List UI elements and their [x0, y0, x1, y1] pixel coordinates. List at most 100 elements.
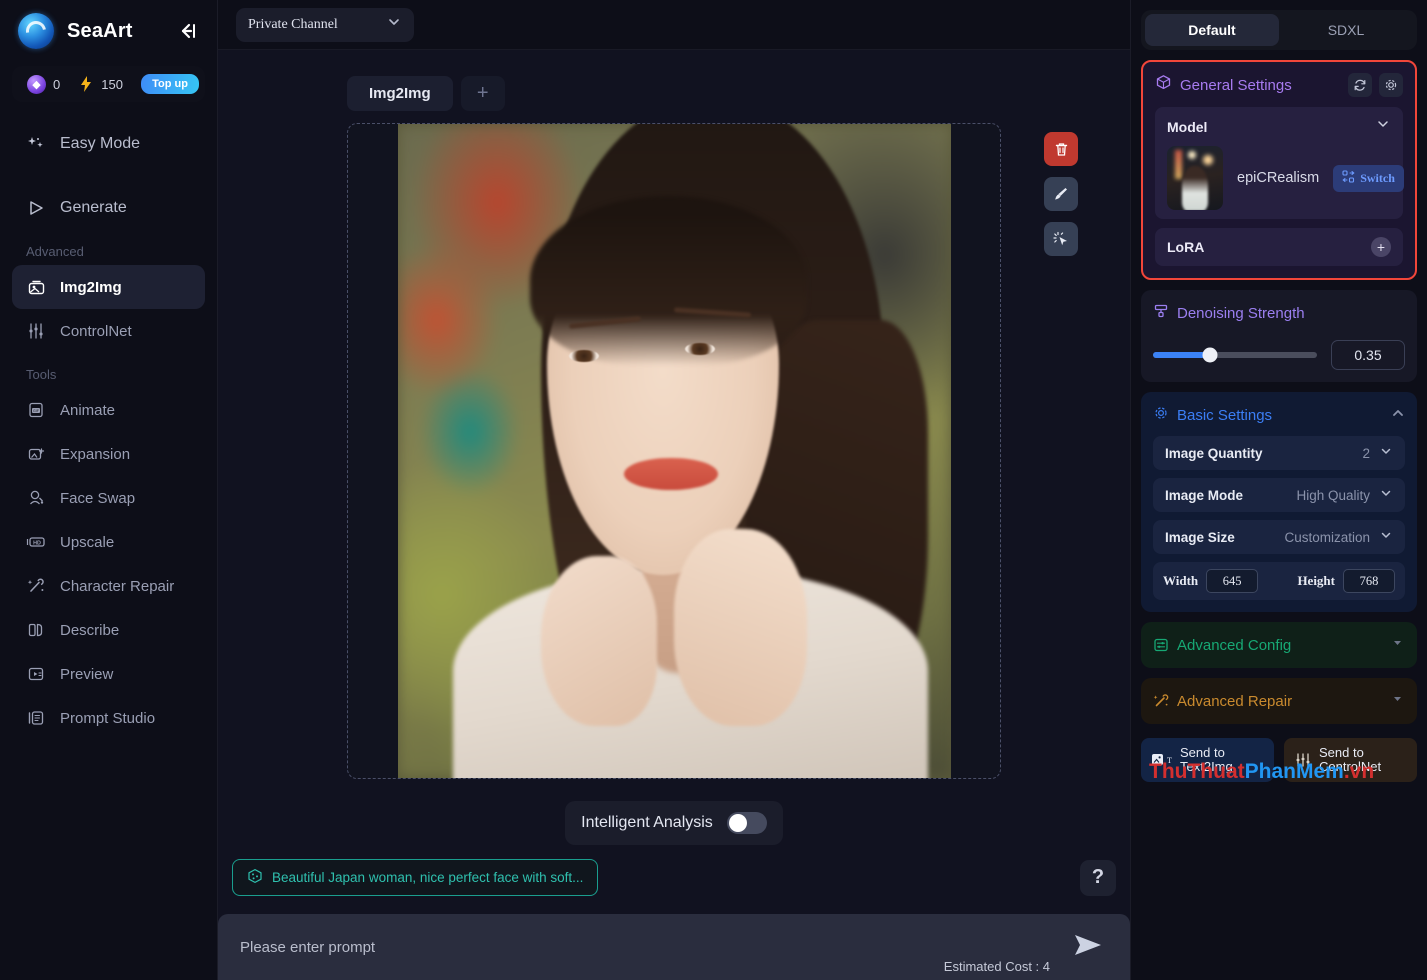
advanced-config-panel[interactable]: Advanced Config: [1141, 622, 1417, 668]
send-to-text2img-button[interactable]: T Send to Text2Img: [1141, 738, 1274, 782]
add-lora-button[interactable]: +: [1371, 237, 1391, 257]
estimated-cost: Estimated Cost : 4: [943, 959, 1050, 974]
sidebar-item-img2img[interactable]: Img2Img: [12, 265, 205, 309]
sidebar-section-tools: Tools: [26, 367, 57, 382]
gear-outline-icon: [1153, 405, 1169, 426]
send-to-controlnet-line1: Send to: [1319, 744, 1364, 760]
top-up-button[interactable]: Top up: [141, 74, 199, 94]
image-size-row[interactable]: Image Size Customization: [1153, 520, 1405, 554]
denoising-value[interactable]: 0.35: [1331, 340, 1405, 370]
sidebar-section-advanced: Advanced: [26, 244, 84, 259]
sidebar-item-face-swap[interactable]: Face Swap: [12, 476, 205, 520]
image-mode-label: Image Mode: [1165, 487, 1244, 503]
uploaded-image[interactable]: [397, 124, 951, 778]
denoise-icon: [1153, 303, 1169, 324]
canvas-tabs: Img2Img +: [347, 76, 1001, 111]
basic-settings-title: Basic Settings: [1177, 406, 1273, 424]
brand-name: SeaArt: [67, 19, 133, 42]
basic-settings-header[interactable]: Basic Settings: [1153, 402, 1405, 428]
intelligent-analysis-switch[interactable]: [726, 812, 767, 834]
channel-select[interactable]: Private Channel: [236, 7, 414, 42]
height-input[interactable]: [1343, 569, 1395, 593]
image-size-value: Customization: [1284, 529, 1370, 545]
gem-icon: ◆: [27, 74, 46, 94]
sidebar-item-label: Easy Mode: [60, 135, 141, 152]
sidebar-item-animate[interactable]: GIF Animate: [12, 388, 205, 432]
magic-select-button[interactable]: [1044, 222, 1078, 256]
dice-icon: [247, 868, 263, 887]
config-icon: [1153, 637, 1169, 653]
sidebar-item-label: Preview: [60, 665, 114, 683]
prompt-chip-row: Beautiful Japan woman, nice perfect face…: [232, 859, 1116, 896]
general-settings-title: General Settings: [1180, 76, 1292, 94]
caret-down-icon[interactable]: [1390, 691, 1405, 711]
caret-up-icon[interactable]: [1391, 406, 1405, 425]
tab-img2img[interactable]: Img2Img: [347, 76, 453, 111]
advanced-config-title: Advanced Config: [1177, 636, 1292, 654]
sidebar-item-label: Character Repair: [60, 577, 175, 595]
advanced-repair-panel[interactable]: Advanced Repair: [1141, 678, 1417, 724]
sidebar-item-generate[interactable]: Generate: [12, 186, 205, 230]
model-name: epiCRealism: [1237, 170, 1320, 186]
gem-value: 0: [53, 76, 61, 92]
intelligent-analysis-toggle[interactable]: Intelligent Analysis: [565, 801, 783, 845]
face-swap-icon: [26, 489, 46, 507]
gear-icon[interactable]: [1379, 73, 1403, 97]
sidebar-item-easy-mode[interactable]: Easy Mode: [12, 122, 205, 166]
delete-image-button[interactable]: [1044, 132, 1078, 166]
prompt-bar: Estimated Cost : 4: [218, 914, 1130, 980]
send-icon[interactable]: [1072, 932, 1104, 963]
help-button[interactable]: ?: [1080, 859, 1116, 896]
denoising-slider-knob[interactable]: [1202, 347, 1218, 363]
sidebar-item-preview[interactable]: Preview: [12, 652, 205, 696]
wand-repair-icon: [26, 577, 46, 595]
height-label: Height: [1297, 573, 1335, 588]
image-quantity-row[interactable]: Image Quantity 2: [1153, 436, 1405, 470]
width-input[interactable]: [1206, 569, 1259, 593]
sidebar-item-character-repair[interactable]: Character Repair: [12, 564, 205, 608]
sidebar-item-label: Describe: [60, 621, 120, 639]
tab-default[interactable]: Default: [1145, 14, 1279, 46]
image-tool-buttons: [1044, 132, 1078, 256]
sidebar-item-expansion[interactable]: Expansion: [12, 432, 205, 476]
bolt-credit[interactable]: 150: [69, 75, 132, 93]
prompt-input[interactable]: [240, 938, 848, 956]
sidebar-item-prompt-studio[interactable]: Prompt Studio: [12, 696, 205, 740]
hd-icon: HD: [26, 533, 46, 551]
inpaint-brush-button[interactable]: [1044, 177, 1078, 211]
send-to-controlnet-line2: ControlNet: [1319, 759, 1382, 774]
bolt-icon: [81, 76, 92, 92]
saved-prompt-chip[interactable]: Beautiful Japan woman, nice perfect face…: [232, 859, 599, 896]
add-tab-button[interactable]: +: [460, 76, 505, 111]
image-mode-row[interactable]: Image Mode High Quality: [1153, 478, 1405, 512]
denoising-slider[interactable]: [1153, 347, 1317, 363]
lora-block[interactable]: LoRA +: [1155, 228, 1403, 266]
send-to-controlnet-button[interactable]: Send to ControlNet: [1284, 738, 1417, 782]
sidebar-item-label: Expansion: [60, 445, 131, 463]
collapse-left-icon[interactable]: [175, 18, 201, 44]
image-drop-frame[interactable]: [347, 123, 1078, 779]
sidebar-item-upscale[interactable]: HD Upscale: [12, 520, 205, 564]
switch-icon: [1342, 169, 1355, 187]
sidebar-item-describe[interactable]: Describe: [12, 608, 205, 652]
basic-settings-panel: Basic Settings Image Quantity 2 Image Mo…: [1141, 392, 1417, 612]
switch-model-button[interactable]: Switch: [1333, 164, 1404, 192]
refresh-icon[interactable]: [1348, 73, 1372, 97]
brand-row: SeaArt: [0, 0, 217, 62]
send-to-text2img-line2: Text2Img: [1180, 759, 1233, 774]
sidebar-item-controlnet[interactable]: ControlNet: [12, 309, 205, 353]
topbar: Private Channel: [218, 0, 1130, 50]
general-settings-header: General Settings: [1155, 72, 1403, 98]
sidebar: SeaArt ◆ 0 150 Top up Easy Mode Generate…: [0, 0, 218, 980]
image-quantity-value: 2: [1362, 445, 1370, 461]
model-row-header[interactable]: Model: [1167, 116, 1391, 137]
chevron-down-icon[interactable]: [1375, 116, 1391, 137]
play-icon: [26, 199, 46, 217]
gem-credit[interactable]: ◆ 0: [18, 74, 69, 94]
model-thumbnail[interactable]: [1167, 146, 1223, 210]
caret-down-icon[interactable]: [1390, 635, 1405, 655]
width-height-row: Width Height: [1153, 562, 1405, 600]
tab-sdxl[interactable]: SDXL: [1279, 14, 1413, 46]
width-label: Width: [1163, 573, 1199, 588]
denoising-title: Denoising Strength: [1177, 304, 1305, 322]
